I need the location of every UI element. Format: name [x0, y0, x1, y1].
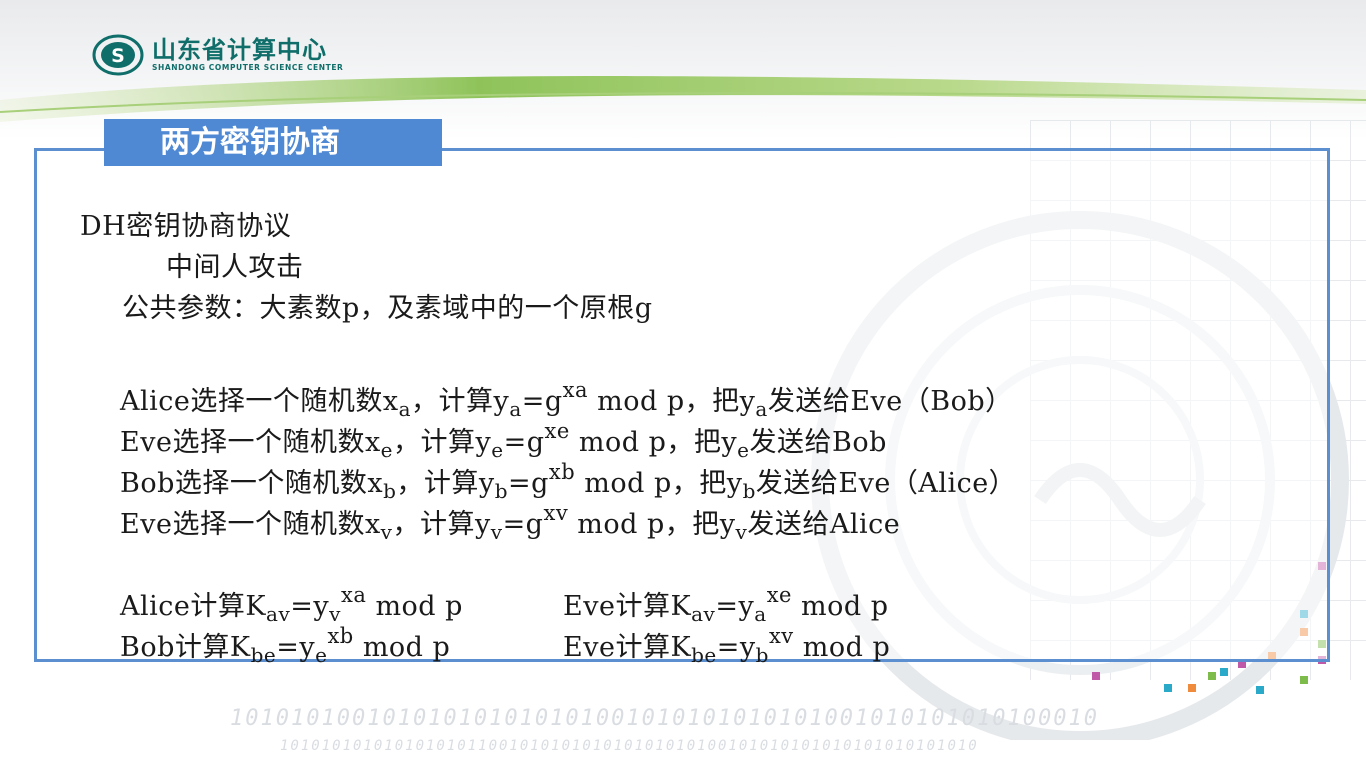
subscript: e — [315, 643, 328, 667]
superscript: xe — [766, 583, 792, 607]
key-formula: Bob计算Kbe=yexb mod p — [120, 624, 451, 667]
text-segment: Eve选择一个随机数x — [120, 509, 381, 540]
superscript: xv — [543, 501, 569, 525]
superscript: xa — [340, 583, 367, 607]
key-formula: Alice计算Kav=yvxa mod p — [120, 583, 463, 626]
text-segment: mod p，把y — [575, 468, 743, 499]
subscript: be — [250, 643, 277, 667]
text-segment: =g — [502, 509, 544, 540]
attack-subheading: 中间人攻击 — [166, 252, 304, 283]
text-segment: ，计算y — [392, 509, 491, 540]
text-segment: mod p — [791, 591, 889, 622]
text-segment: mod p，把y — [569, 427, 738, 458]
subscript: v — [380, 520, 393, 544]
text-segment: =g — [503, 427, 545, 458]
subscript: av — [266, 602, 291, 626]
text-segment: =y — [716, 632, 756, 663]
text-segment: =y — [276, 632, 316, 663]
subscript: v — [490, 520, 503, 544]
subscript: e — [491, 438, 504, 462]
step-line: Alice选择一个随机数xa，计算ya=gxa mod p，把ya发送给Eve（… — [120, 378, 1013, 421]
text-segment: Alice选择一个随机数x — [120, 386, 399, 417]
logo-name-cn: 山东省计算中心 — [152, 36, 327, 64]
subscript: a — [754, 602, 767, 626]
logo-text: 山东省计算中心 SHANDONG COMPUTER SCIENCE CENTER — [152, 37, 343, 73]
subscript: e — [737, 438, 750, 462]
decor-square — [1300, 676, 1308, 684]
subscript: v — [735, 520, 748, 544]
text-segment: mod p，把y — [588, 386, 756, 417]
text-segment: mod p — [793, 632, 891, 663]
text-segment: Eve选择一个随机数x — [120, 427, 381, 458]
text-segment: 发送给Eve（Bob） — [767, 386, 1013, 417]
text-segment: =g — [508, 468, 549, 499]
text-segment: ，计算y — [393, 427, 492, 458]
text-segment: =y — [715, 591, 755, 622]
text-segment: Eve计算K — [563, 632, 692, 663]
public-parameters: 公共参数：大素数p，及素域中的一个原根g — [122, 293, 653, 324]
text-segment: =g — [521, 386, 563, 417]
text-segment: mod p — [353, 632, 451, 663]
decor-square — [1208, 672, 1216, 680]
superscript: xb — [327, 624, 354, 648]
subscript: av — [691, 602, 716, 626]
text-segment: Bob选择一个随机数x — [120, 468, 384, 499]
text-segment: Eve计算K — [563, 591, 692, 622]
subscript: a — [398, 397, 412, 421]
decor-square — [1164, 684, 1172, 692]
text-segment: 发送给Alice — [747, 509, 901, 540]
step-line: Eve选择一个随机数xv，计算yv=gxv mod p，把yv发送给Alice — [120, 501, 901, 544]
subscript: be — [691, 643, 717, 667]
subscript: a — [755, 397, 768, 421]
text-segment: ，计算y — [411, 386, 510, 417]
decor-square — [1188, 684, 1196, 692]
slide-title: 两方密钥协商 — [104, 119, 442, 166]
text-segment: =y — [290, 591, 330, 622]
text-segment: mod p，把y — [568, 509, 736, 540]
binary-decoration: 1010101010101010101100101010101010101010… — [280, 738, 979, 754]
subscript: v — [329, 602, 341, 626]
binary-decoration: 1010101001010101010101010010101010101010… — [230, 706, 1099, 731]
text-segment: 发送给Bob — [749, 427, 887, 458]
superscript: xb — [548, 460, 576, 484]
subscript: b — [742, 479, 756, 503]
emblem-letter: S — [111, 45, 125, 67]
decor-square — [1220, 668, 1228, 676]
step-line: Eve选择一个随机数xe，计算ye=gxe mod p，把ye发送给Bob — [120, 419, 887, 462]
subscript: b — [494, 479, 508, 503]
text-segment: ，计算y — [396, 468, 495, 499]
text-segment: Bob计算K — [120, 632, 251, 663]
superscript: xv — [768, 624, 794, 648]
text-segment: mod p — [366, 591, 463, 622]
step-line: Bob选择一个随机数xb，计算yb=gxb mod p，把yb发送给Eve（Al… — [120, 460, 1017, 503]
emblem-icon: S — [92, 34, 144, 76]
superscript: xa — [562, 378, 589, 402]
superscript: xe — [544, 419, 570, 443]
subscript: b — [383, 479, 397, 503]
key-formula: Eve计算Kbe=ybxv mod p — [563, 624, 891, 667]
subscript: b — [755, 643, 769, 667]
logo-name-en: SHANDONG COMPUTER SCIENCE CENTER — [152, 63, 344, 72]
key-formula: Eve计算Kav=yaxe mod p — [563, 583, 889, 626]
decor-square — [1256, 686, 1264, 694]
protocol-heading: DH密钥协商协议 — [80, 211, 292, 242]
decor-square — [1092, 672, 1100, 680]
text-segment: Alice计算K — [120, 591, 267, 622]
subscript: e — [380, 438, 394, 462]
subscript: a — [509, 397, 522, 421]
text-segment: 发送给Eve（Alice） — [755, 468, 1017, 499]
organization-logo: S 山东省计算中心 SHANDONG COMPUTER SCIENCE CENT… — [92, 34, 343, 76]
